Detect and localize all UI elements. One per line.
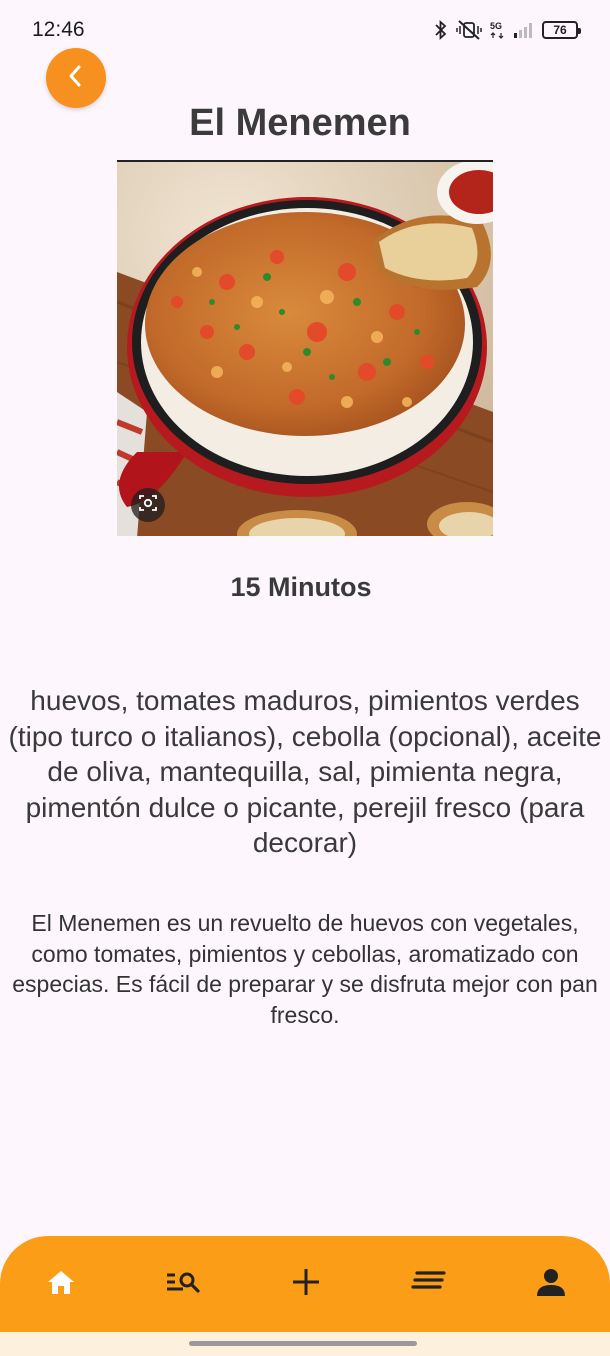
menemen-illustration bbox=[117, 162, 493, 536]
nav-search-recipes[interactable] bbox=[165, 1267, 203, 1301]
status-bar: 12:46 5G 76 bbox=[0, 0, 610, 60]
home-icon bbox=[46, 1268, 76, 1301]
status-icons: 5G 76 bbox=[434, 20, 581, 40]
add-icon bbox=[291, 1267, 321, 1302]
back-button[interactable] bbox=[46, 48, 106, 108]
lens-icon bbox=[138, 493, 158, 518]
bottom-nav bbox=[0, 1236, 610, 1332]
ingredients-text: huevos, tomates maduros, pimientos verde… bbox=[8, 685, 602, 858]
svg-text:5G: 5G bbox=[490, 21, 502, 31]
network-5g-icon: 5G bbox=[490, 20, 506, 40]
recipe-detail-screen: 12:46 5G 76 El Menemen 15 Minutos huevos… bbox=[0, 0, 610, 1356]
chevron-left-icon bbox=[62, 62, 90, 95]
lens-button[interactable] bbox=[131, 488, 165, 522]
list-icon bbox=[410, 1270, 447, 1299]
nav-profile[interactable] bbox=[534, 1267, 568, 1301]
page-title: El Menemen bbox=[189, 102, 411, 144]
nav-recipe-list[interactable] bbox=[410, 1267, 447, 1301]
nav-add-recipe[interactable] bbox=[289, 1267, 323, 1301]
prep-time: 15 Minutos bbox=[230, 572, 372, 602]
signal-icon bbox=[514, 22, 534, 38]
recipe-image bbox=[117, 160, 493, 536]
search-list-icon bbox=[165, 1268, 203, 1301]
status-time: 12:46 bbox=[32, 18, 85, 41]
nav-home[interactable] bbox=[44, 1267, 78, 1301]
bluetooth-icon bbox=[434, 20, 448, 40]
description-text: El Menemen es un revuelto de huevos con … bbox=[12, 910, 598, 1028]
person-icon bbox=[536, 1267, 566, 1302]
gesture-handle[interactable] bbox=[189, 1341, 417, 1346]
vibrate-off-icon bbox=[456, 20, 482, 40]
battery-icon: 76 bbox=[542, 21, 581, 39]
